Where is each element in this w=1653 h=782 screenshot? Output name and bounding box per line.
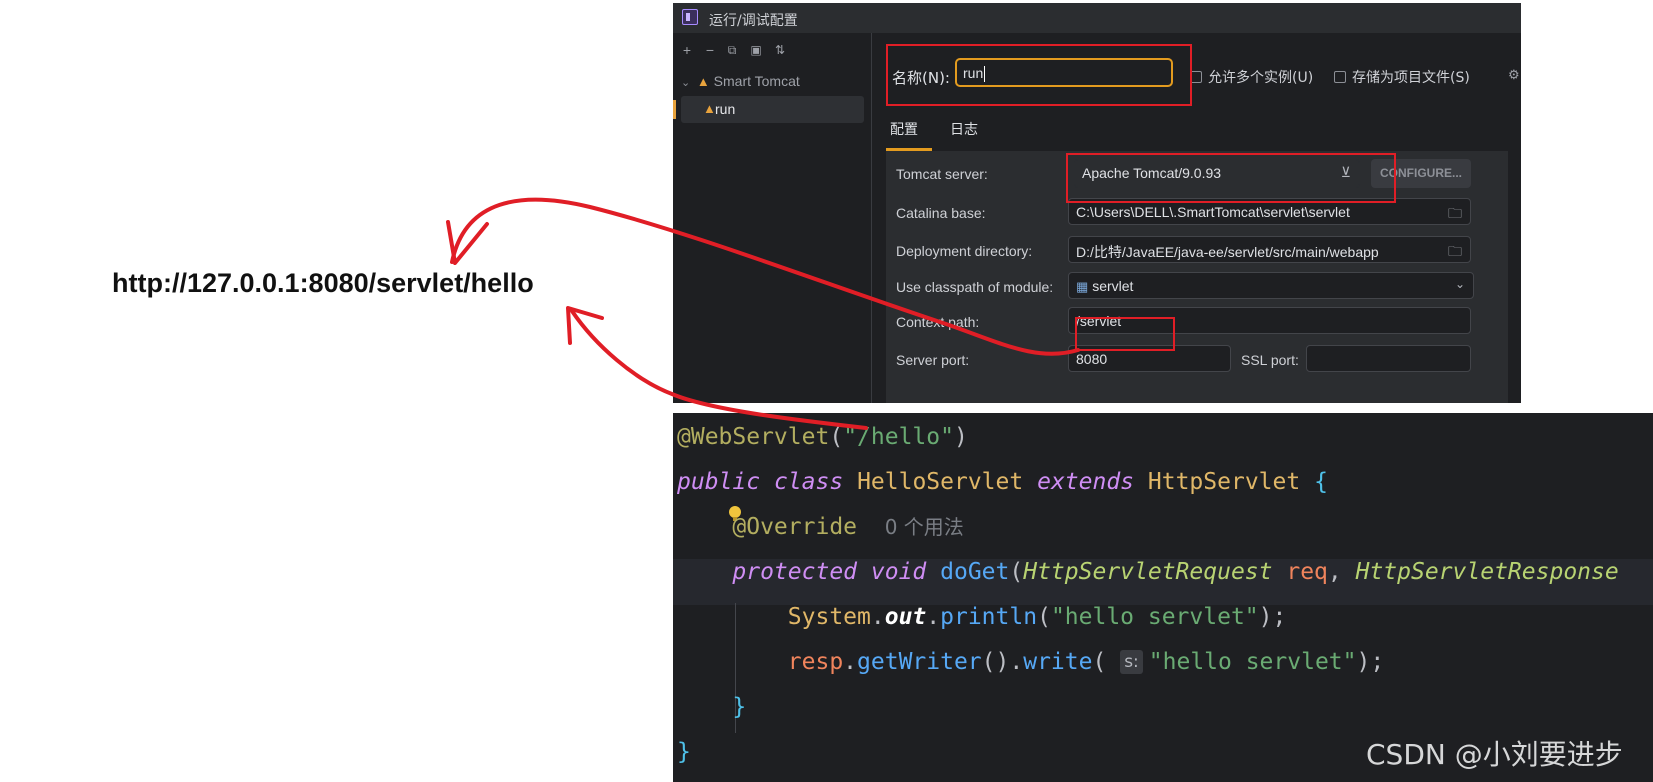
token: void bbox=[870, 559, 927, 585]
deployment-directory-label: Deployment directory: bbox=[896, 243, 1033, 259]
allow-parallel-checkbox[interactable]: 允许多个实例(U) bbox=[1190, 67, 1313, 87]
catalina-base-value: C:\Users\DELL\.SmartTomcat\servlet\servl… bbox=[1076, 204, 1350, 220]
code-line-6: resp.getWriter().write( s: "hello servlet… bbox=[677, 641, 1384, 683]
dialog-titlebar: 运行/调试配置 bbox=[673, 3, 1521, 33]
config-tree-pane: + − ⧉ ▣ ⇅ ⌄ ▲ Smart Tomcat ▲ run bbox=[673, 33, 872, 403]
highlight-tomcat-server-box bbox=[1066, 153, 1396, 203]
classpath-module-label: Use classpath of module: bbox=[896, 279, 1054, 295]
folder-icon[interactable]: 🗀 bbox=[1448, 241, 1462, 262]
token: ( bbox=[1092, 649, 1107, 675]
token: getWriter bbox=[857, 649, 982, 675]
code-editor: @WebServlet("/hello") public class Hello… bbox=[673, 413, 1653, 782]
token: ( bbox=[1037, 604, 1051, 630]
parameter-inlay-hint: s: bbox=[1120, 650, 1143, 674]
ssl-port-label: SSL port: bbox=[1241, 352, 1299, 368]
folder-icon[interactable]: 🗀 bbox=[1448, 203, 1462, 224]
highlight-name-box bbox=[886, 44, 1192, 106]
classpath-module-select[interactable]: ▦ servlet ⌄ bbox=[1068, 272, 1474, 299]
ssl-port-field[interactable] bbox=[1306, 345, 1471, 372]
tree-group-label: Smart Tomcat bbox=[713, 73, 800, 89]
token: ( bbox=[1009, 559, 1024, 585]
code-line-5: System.out.println("hello servlet"); bbox=[677, 596, 1287, 638]
token: HttpServlet bbox=[1147, 469, 1301, 495]
checkbox-box[interactable] bbox=[1334, 71, 1346, 83]
store-as-project-file-label: 存储为项目文件(S) bbox=[1352, 70, 1470, 86]
sort-icon[interactable]: ⇅ bbox=[773, 43, 787, 57]
gear-icon[interactable]: ⚙ bbox=[1508, 67, 1520, 83]
code-line-2: public class HelloServlet extends HttpSe… bbox=[677, 461, 1328, 503]
code-line-7: } bbox=[677, 686, 746, 728]
server-port-label: Server port: bbox=[896, 352, 970, 368]
token: , bbox=[1327, 559, 1342, 585]
tomcat-cat-icon: ▲ bbox=[696, 74, 710, 89]
token: System bbox=[787, 604, 871, 630]
target-url-text: http://127.0.0.1:8080/servlet/hello bbox=[112, 268, 534, 298]
token: () bbox=[981, 649, 1010, 675]
token: HelloServlet bbox=[857, 469, 1024, 495]
token: public bbox=[677, 469, 761, 495]
token: . bbox=[843, 649, 858, 675]
allow-parallel-label: 允许多个实例(U) bbox=[1208, 70, 1314, 86]
code-line-1: @WebServlet("/hello") bbox=[677, 416, 968, 458]
highlight-context-path-box bbox=[1075, 317, 1175, 351]
intellij-app-icon bbox=[682, 9, 698, 25]
token: extends bbox=[1037, 469, 1135, 495]
token: . bbox=[870, 604, 885, 630]
copy-icon[interactable]: ⧉ bbox=[725, 43, 739, 57]
token: ( bbox=[829, 424, 844, 450]
chevron-down-icon[interactable]: ⌄ bbox=[1455, 277, 1465, 291]
token: "hello servlet" bbox=[1148, 649, 1357, 675]
tomcat-cat-icon: ▲ bbox=[703, 101, 716, 116]
csdn-watermark: CSDN @小刘要进步 bbox=[1366, 738, 1623, 771]
token: println bbox=[940, 604, 1038, 630]
token: "hello servlet" bbox=[1050, 604, 1259, 630]
store-as-project-file-checkbox[interactable]: 存储为项目文件(S) bbox=[1334, 67, 1470, 87]
token: @Override bbox=[732, 514, 858, 540]
token: out bbox=[884, 604, 927, 630]
add-icon[interactable]: + bbox=[680, 43, 694, 57]
arrowhead-icon bbox=[446, 220, 489, 265]
code-line-3: @Override 0 个用法 bbox=[677, 506, 964, 548]
token: ) bbox=[953, 424, 968, 450]
tab-configuration[interactable]: 配置 bbox=[890, 119, 918, 139]
arrowhead-icon bbox=[566, 306, 604, 345]
token: HttpServletRequest bbox=[1023, 559, 1273, 585]
deployment-directory-value: D:/比特/JavaEE/java-ee/servlet/src/main/we… bbox=[1076, 244, 1379, 260]
folder-move-icon[interactable]: ▣ bbox=[749, 43, 763, 57]
token: HttpServletResponse bbox=[1355, 559, 1619, 585]
token: @WebServlet bbox=[677, 424, 830, 450]
token: ); bbox=[1258, 604, 1287, 630]
token: protected bbox=[732, 559, 858, 585]
tree-item-run[interactable]: ▲ run bbox=[673, 96, 864, 123]
dialog-title: 运行/调试配置 bbox=[709, 13, 798, 29]
token: req bbox=[1286, 559, 1328, 585]
tree-group-smart-tomcat[interactable]: ⌄ ▲ Smart Tomcat bbox=[681, 73, 800, 89]
classpath-module-value: servlet bbox=[1092, 278, 1134, 294]
chevron-down-icon[interactable]: ⌄ bbox=[681, 76, 693, 89]
selection-indicator bbox=[673, 100, 676, 119]
tree-item-label: run bbox=[715, 101, 736, 117]
code-line-8: } bbox=[677, 731, 691, 773]
token: resp bbox=[787, 649, 844, 675]
token: . bbox=[1009, 649, 1024, 675]
token: write bbox=[1023, 649, 1093, 675]
token: ); bbox=[1356, 649, 1385, 675]
token: } bbox=[677, 739, 691, 765]
deployment-directory-field[interactable]: D:/比特/JavaEE/java-ee/servlet/src/main/we… bbox=[1068, 236, 1471, 263]
token: { bbox=[1314, 469, 1328, 495]
code-line-4: protected void doGet(HttpServletRequest … bbox=[677, 551, 1619, 593]
usages-hint[interactable]: 0 个用法 bbox=[885, 515, 964, 539]
token: class bbox=[773, 469, 844, 495]
context-path-label: Context path: bbox=[896, 314, 980, 330]
token: . bbox=[926, 604, 941, 630]
token: doGet bbox=[940, 559, 1010, 585]
tomcat-server-label: Tomcat server: bbox=[896, 166, 988, 182]
server-port-value: 8080 bbox=[1076, 351, 1108, 367]
token: } bbox=[732, 694, 747, 720]
catalina-base-label: Catalina base: bbox=[896, 205, 986, 221]
module-icon: ▦ bbox=[1076, 279, 1089, 294]
remove-icon[interactable]: − bbox=[703, 43, 717, 57]
tab-logs[interactable]: 日志 bbox=[950, 119, 978, 139]
token: "/hello" bbox=[843, 424, 954, 450]
